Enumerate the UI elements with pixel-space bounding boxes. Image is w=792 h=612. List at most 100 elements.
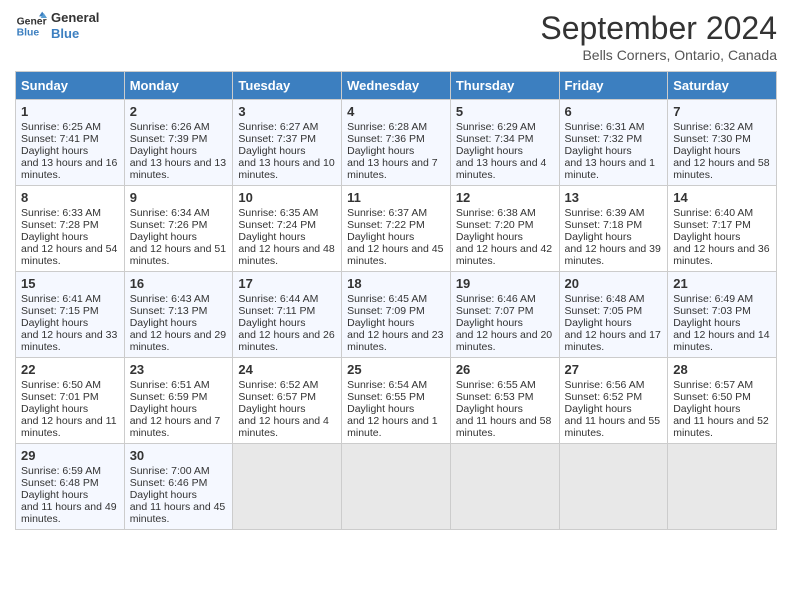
sunrise-label: Sunrise: 6:27 AM: [238, 121, 318, 133]
sunset-label: Sunset: 6:48 PM: [21, 477, 99, 489]
sunset-label: Sunset: 7:24 PM: [238, 219, 316, 231]
daylight-value: and 12 hours and 20 minutes.: [456, 329, 552, 353]
calendar-cell: 3 Sunrise: 6:27 AM Sunset: 7:37 PM Dayli…: [233, 100, 342, 186]
daylight-value: and 13 hours and 7 minutes.: [347, 157, 438, 181]
daylight-value: and 12 hours and 23 minutes.: [347, 329, 443, 353]
daylight-label: Daylight hours: [130, 231, 197, 243]
calendar-cell: [342, 444, 451, 530]
daylight-label: Daylight hours: [238, 403, 305, 415]
sunset-label: Sunset: 7:41 PM: [21, 133, 99, 145]
header-row: Sunday Monday Tuesday Wednesday Thursday…: [16, 72, 777, 100]
daylight-value: and 12 hours and 36 minutes.: [673, 243, 769, 267]
daylight-value: and 12 hours and 29 minutes.: [130, 329, 226, 353]
daylight-value: and 11 hours and 55 minutes.: [565, 415, 661, 439]
calendar-cell: [450, 444, 559, 530]
sunset-label: Sunset: 7:03 PM: [673, 305, 751, 317]
daylight-value: and 13 hours and 10 minutes.: [238, 157, 334, 181]
calendar-cell: 30 Sunrise: 7:00 AM Sunset: 6:46 PM Dayl…: [124, 444, 233, 530]
day-number: 3: [238, 104, 336, 119]
daylight-label: Daylight hours: [456, 317, 523, 329]
daylight-label: Daylight hours: [21, 317, 88, 329]
day-number: 6: [565, 104, 663, 119]
daylight-value: and 11 hours and 45 minutes.: [130, 501, 226, 525]
daylight-label: Daylight hours: [347, 317, 414, 329]
sunrise-label: Sunrise: 6:52 AM: [238, 379, 318, 391]
sunset-label: Sunset: 6:50 PM: [673, 391, 751, 403]
day-number: 13: [565, 190, 663, 205]
sunset-label: Sunset: 6:59 PM: [130, 391, 208, 403]
day-number: 5: [456, 104, 554, 119]
sunset-label: Sunset: 6:53 PM: [456, 391, 534, 403]
sunrise-label: Sunrise: 6:44 AM: [238, 293, 318, 305]
daylight-value: and 12 hours and 58 minutes.: [673, 157, 769, 181]
calendar-cell: 27 Sunrise: 6:56 AM Sunset: 6:52 PM Dayl…: [559, 358, 668, 444]
sunrise-label: Sunrise: 6:54 AM: [347, 379, 427, 391]
sunrise-label: Sunrise: 6:49 AM: [673, 293, 753, 305]
sunset-label: Sunset: 7:09 PM: [347, 305, 425, 317]
daylight-label: Daylight hours: [673, 145, 740, 157]
calendar-cell: 9 Sunrise: 6:34 AM Sunset: 7:26 PM Dayli…: [124, 186, 233, 272]
svg-text:General: General: [17, 16, 47, 27]
daylight-label: Daylight hours: [130, 145, 197, 157]
day-number: 19: [456, 276, 554, 291]
sunset-label: Sunset: 7:30 PM: [673, 133, 751, 145]
daylight-label: Daylight hours: [565, 231, 632, 243]
calendar-cell: 17 Sunrise: 6:44 AM Sunset: 7:11 PM Dayl…: [233, 272, 342, 358]
sunset-label: Sunset: 7:05 PM: [565, 305, 643, 317]
sunrise-label: Sunrise: 6:38 AM: [456, 207, 536, 219]
logo-icon: General Blue: [15, 10, 47, 42]
daylight-label: Daylight hours: [238, 145, 305, 157]
sunset-label: Sunset: 7:22 PM: [347, 219, 425, 231]
calendar-cell: 2 Sunrise: 6:26 AM Sunset: 7:39 PM Dayli…: [124, 100, 233, 186]
sunrise-label: Sunrise: 6:25 AM: [21, 121, 101, 133]
daylight-value: and 12 hours and 51 minutes.: [130, 243, 226, 267]
sunset-label: Sunset: 7:34 PM: [456, 133, 534, 145]
daylight-value: and 12 hours and 26 minutes.: [238, 329, 334, 353]
sunrise-label: Sunrise: 6:37 AM: [347, 207, 427, 219]
daylight-label: Daylight hours: [21, 145, 88, 157]
calendar-table: Sunday Monday Tuesday Wednesday Thursday…: [15, 71, 777, 530]
sunset-label: Sunset: 7:28 PM: [21, 219, 99, 231]
sunrise-label: Sunrise: 6:35 AM: [238, 207, 318, 219]
day-number: 12: [456, 190, 554, 205]
day-number: 4: [347, 104, 445, 119]
day-number: 29: [21, 448, 119, 463]
sunset-label: Sunset: 7:36 PM: [347, 133, 425, 145]
daylight-value: and 12 hours and 45 minutes.: [347, 243, 443, 267]
sunrise-label: Sunrise: 6:51 AM: [130, 379, 210, 391]
sunrise-label: Sunrise: 6:39 AM: [565, 207, 645, 219]
daylight-label: Daylight hours: [130, 403, 197, 415]
calendar-cell: 8 Sunrise: 6:33 AM Sunset: 7:28 PM Dayli…: [16, 186, 125, 272]
day-number: 1: [21, 104, 119, 119]
daylight-label: Daylight hours: [456, 231, 523, 243]
day-number: 21: [673, 276, 771, 291]
calendar-cell: 14 Sunrise: 6:40 AM Sunset: 7:17 PM Dayl…: [668, 186, 777, 272]
sunset-label: Sunset: 7:13 PM: [130, 305, 208, 317]
col-sunday: Sunday: [16, 72, 125, 100]
day-number: 27: [565, 362, 663, 377]
daylight-value: and 12 hours and 42 minutes.: [456, 243, 552, 267]
day-number: 9: [130, 190, 228, 205]
sunset-label: Sunset: 7:11 PM: [238, 305, 315, 317]
calendar-row: 29 Sunrise: 6:59 AM Sunset: 6:48 PM Dayl…: [16, 444, 777, 530]
daylight-value: and 12 hours and 17 minutes.: [565, 329, 661, 353]
calendar-row: 22 Sunrise: 6:50 AM Sunset: 7:01 PM Dayl…: [16, 358, 777, 444]
daylight-value: and 12 hours and 11 minutes.: [21, 415, 117, 439]
calendar-body: 1 Sunrise: 6:25 AM Sunset: 7:41 PM Dayli…: [16, 100, 777, 530]
daylight-label: Daylight hours: [347, 403, 414, 415]
daylight-value: and 12 hours and 33 minutes.: [21, 329, 117, 353]
sunrise-label: Sunrise: 6:59 AM: [21, 465, 101, 477]
sunrise-label: Sunrise: 6:31 AM: [565, 121, 645, 133]
sunrise-label: Sunrise: 6:45 AM: [347, 293, 427, 305]
calendar-row: 15 Sunrise: 6:41 AM Sunset: 7:15 PM Dayl…: [16, 272, 777, 358]
daylight-label: Daylight hours: [456, 403, 523, 415]
daylight-value: and 12 hours and 54 minutes.: [21, 243, 117, 267]
calendar-cell: 6 Sunrise: 6:31 AM Sunset: 7:32 PM Dayli…: [559, 100, 668, 186]
calendar-cell: 10 Sunrise: 6:35 AM Sunset: 7:24 PM Dayl…: [233, 186, 342, 272]
sunset-label: Sunset: 6:55 PM: [347, 391, 425, 403]
calendar-cell: 12 Sunrise: 6:38 AM Sunset: 7:20 PM Dayl…: [450, 186, 559, 272]
col-tuesday: Tuesday: [233, 72, 342, 100]
sunrise-label: Sunrise: 7:00 AM: [130, 465, 210, 477]
calendar-cell: 20 Sunrise: 6:48 AM Sunset: 7:05 PM Dayl…: [559, 272, 668, 358]
calendar-cell: 11 Sunrise: 6:37 AM Sunset: 7:22 PM Dayl…: [342, 186, 451, 272]
